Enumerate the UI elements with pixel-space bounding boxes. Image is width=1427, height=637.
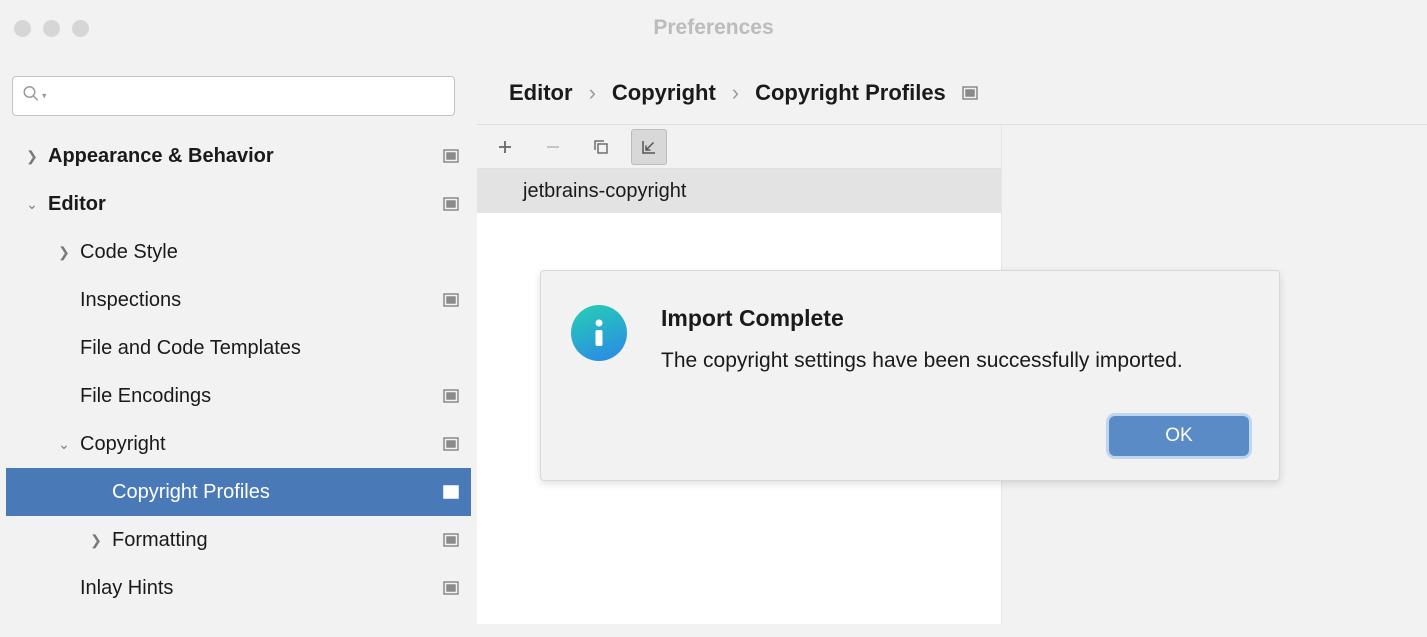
close-window-button[interactable] xyxy=(14,20,31,37)
window-title: Preferences xyxy=(653,16,773,40)
breadcrumb-separator-icon: › xyxy=(589,80,596,106)
scope-indicator-icon xyxy=(443,437,459,451)
scope-indicator-icon xyxy=(443,485,459,499)
tree-item-file-encodings[interactable]: File Encodings xyxy=(6,372,471,420)
scope-indicator-icon xyxy=(443,389,459,403)
chevron-right-icon: ❯ xyxy=(24,148,40,165)
import-complete-dialog: Import Complete The copyright settings h… xyxy=(540,270,1280,481)
profile-name: jetbrains-copyright xyxy=(523,180,686,203)
tree-item-label: Editor xyxy=(48,193,443,216)
copy-button[interactable] xyxy=(583,129,619,165)
breadcrumb-item[interactable]: Copyright Profiles xyxy=(755,80,946,106)
profiles-toolbar xyxy=(477,125,1001,169)
breadcrumb-item[interactable]: Editor xyxy=(509,80,573,106)
settings-tree: ❯ Appearance & Behavior ⌄ Editor ❯ Code … xyxy=(6,132,471,612)
import-button[interactable] xyxy=(631,129,667,165)
tree-item-label: Appearance & Behavior xyxy=(48,145,443,168)
chevron-down-icon: ⌄ xyxy=(56,436,72,453)
tree-item-inlay-hints[interactable]: Inlay Hints xyxy=(6,564,471,612)
profile-list-item[interactable]: jetbrains-copyright xyxy=(477,169,1001,213)
info-icon xyxy=(571,305,627,361)
window-controls xyxy=(14,20,89,37)
chevron-down-icon: ⌄ xyxy=(24,196,40,213)
tree-item-appearance-behavior[interactable]: ❯ Appearance & Behavior xyxy=(6,132,471,180)
search-input[interactable] xyxy=(12,76,455,116)
tree-item-formatting[interactable]: ❯ Formatting xyxy=(6,516,471,564)
tree-item-editor[interactable]: ⌄ Editor xyxy=(6,180,471,228)
breadcrumb-separator-icon: › xyxy=(732,80,739,106)
tree-item-code-style[interactable]: ❯ Code Style xyxy=(6,228,471,276)
tree-item-label: Copyright Profiles xyxy=(112,481,443,504)
tree-item-label: File Encodings xyxy=(80,385,443,408)
scope-indicator-icon xyxy=(443,293,459,307)
chevron-right-icon: ❯ xyxy=(56,244,72,261)
chevron-right-icon: ❯ xyxy=(88,532,104,549)
remove-button[interactable] xyxy=(535,129,571,165)
tree-item-label: Code Style xyxy=(80,241,459,264)
add-button[interactable] xyxy=(487,129,523,165)
breadcrumb-item[interactable]: Copyright xyxy=(612,80,716,106)
tree-item-label: File and Code Templates xyxy=(80,337,459,360)
zoom-window-button[interactable] xyxy=(72,20,89,37)
scope-indicator-icon xyxy=(443,533,459,547)
tree-item-copyright-profiles[interactable]: Copyright Profiles xyxy=(6,468,471,516)
tree-item-label: Inspections xyxy=(80,289,443,312)
scope-indicator-icon xyxy=(443,149,459,163)
preferences-sidebar: ▾ ❯ Appearance & Behavior ⌄ Editor ❯ xyxy=(0,56,477,637)
tree-item-label: Formatting xyxy=(112,529,443,552)
titlebar: Preferences xyxy=(0,0,1427,56)
dialog-message: The copyright settings have been success… xyxy=(661,346,1183,376)
tree-item-inspections[interactable]: Inspections xyxy=(6,276,471,324)
tree-item-label: Copyright xyxy=(80,433,443,456)
scope-indicator-icon xyxy=(962,80,978,106)
scope-indicator-icon xyxy=(443,581,459,595)
breadcrumb: Editor › Copyright › Copyright Profiles xyxy=(477,56,1427,124)
search-history-chevron-icon[interactable]: ▾ xyxy=(42,91,47,102)
scope-indicator-icon xyxy=(443,197,459,211)
tree-item-copyright[interactable]: ⌄ Copyright xyxy=(6,420,471,468)
minimize-window-button[interactable] xyxy=(43,20,60,37)
tree-item-file-code-templates[interactable]: File and Code Templates xyxy=(6,324,471,372)
tree-item-label: Inlay Hints xyxy=(80,577,443,600)
ok-button[interactable]: OK xyxy=(1109,416,1249,456)
dialog-title: Import Complete xyxy=(661,305,1183,332)
